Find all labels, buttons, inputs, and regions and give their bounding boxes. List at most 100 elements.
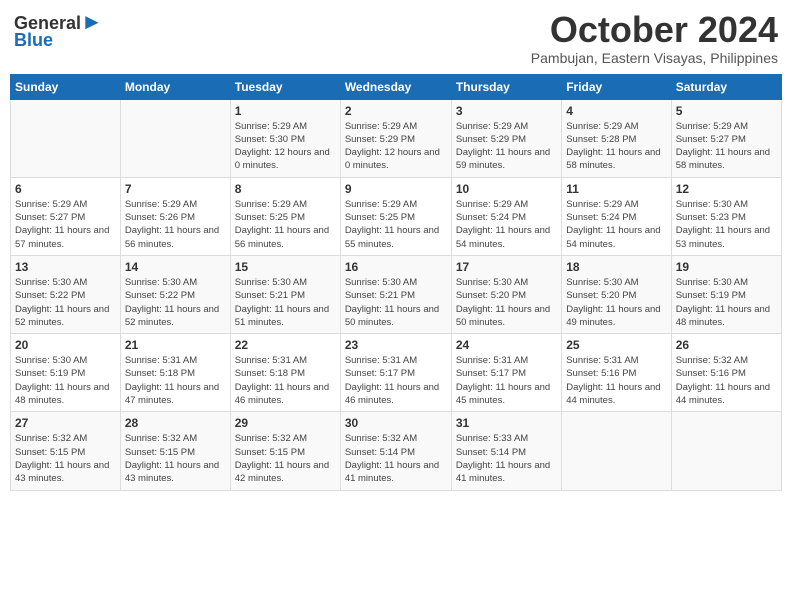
calendar-week-2: 6 Sunrise: 5:29 AMSunset: 5:27 PMDaylight… [11, 177, 782, 255]
calendar-cell: 3 Sunrise: 5:29 AMSunset: 5:29 PMDaylight… [451, 99, 561, 177]
day-number: 11 [566, 182, 666, 196]
calendar-cell: 31 Sunrise: 5:33 AMSunset: 5:14 PMDayligh… [451, 412, 561, 490]
day-info: Sunrise: 5:30 AMSunset: 5:21 PMDaylight:… [345, 276, 447, 329]
day-info: Sunrise: 5:33 AMSunset: 5:14 PMDaylight:… [456, 432, 557, 485]
column-header-monday: Monday [120, 74, 230, 99]
day-info: Sunrise: 5:29 AMSunset: 5:26 PMDaylight:… [125, 198, 226, 251]
calendar-cell [120, 99, 230, 177]
day-number: 3 [456, 104, 557, 118]
day-number: 21 [125, 338, 226, 352]
calendar-cell: 26 Sunrise: 5:32 AMSunset: 5:16 PMDayligh… [671, 334, 781, 412]
day-info: Sunrise: 5:29 AMSunset: 5:25 PMDaylight:… [345, 198, 447, 251]
calendar-cell: 6 Sunrise: 5:29 AMSunset: 5:27 PMDaylight… [11, 177, 121, 255]
day-info: Sunrise: 5:30 AMSunset: 5:21 PMDaylight:… [235, 276, 336, 329]
day-number: 31 [456, 416, 557, 430]
logo-text-blue: Blue [14, 30, 53, 51]
column-header-wednesday: Wednesday [340, 74, 451, 99]
calendar-cell: 8 Sunrise: 5:29 AMSunset: 5:25 PMDaylight… [230, 177, 340, 255]
day-info: Sunrise: 5:30 AMSunset: 5:20 PMDaylight:… [566, 276, 666, 329]
calendar-cell: 23 Sunrise: 5:31 AMSunset: 5:17 PMDayligh… [340, 334, 451, 412]
day-info: Sunrise: 5:32 AMSunset: 5:15 PMDaylight:… [15, 432, 116, 485]
day-info: Sunrise: 5:30 AMSunset: 5:19 PMDaylight:… [15, 354, 116, 407]
day-number: 24 [456, 338, 557, 352]
day-number: 16 [345, 260, 447, 274]
calendar-cell: 12 Sunrise: 5:30 AMSunset: 5:23 PMDayligh… [671, 177, 781, 255]
day-number: 8 [235, 182, 336, 196]
day-number: 18 [566, 260, 666, 274]
day-info: Sunrise: 5:29 AMSunset: 5:24 PMDaylight:… [456, 198, 557, 251]
day-info: Sunrise: 5:30 AMSunset: 5:19 PMDaylight:… [676, 276, 777, 329]
logo: General► Blue [14, 10, 103, 51]
day-number: 12 [676, 182, 777, 196]
day-number: 29 [235, 416, 336, 430]
day-info: Sunrise: 5:29 AMSunset: 5:30 PMDaylight:… [235, 120, 336, 173]
day-number: 13 [15, 260, 116, 274]
calendar-cell [562, 412, 671, 490]
calendar-cell: 1 Sunrise: 5:29 AMSunset: 5:30 PMDaylight… [230, 99, 340, 177]
calendar-week-1: 1 Sunrise: 5:29 AMSunset: 5:30 PMDaylight… [11, 99, 782, 177]
calendar-cell [671, 412, 781, 490]
calendar-cell: 4Sunrise: 5:29 AMSunset: 5:28 PMDaylight… [562, 99, 671, 177]
column-header-saturday: Saturday [671, 74, 781, 99]
day-number: 6 [15, 182, 116, 196]
calendar-cell: 11Sunrise: 5:29 AMSunset: 5:24 PMDayligh… [562, 177, 671, 255]
calendar-cell: 22 Sunrise: 5:31 AMSunset: 5:18 PMDayligh… [230, 334, 340, 412]
calendar-cell: 20 Sunrise: 5:30 AMSunset: 5:19 PMDayligh… [11, 334, 121, 412]
day-number: 7 [125, 182, 226, 196]
day-info: Sunrise: 5:32 AMSunset: 5:16 PMDaylight:… [676, 354, 777, 407]
day-info: Sunrise: 5:32 AMSunset: 5:15 PMDaylight:… [235, 432, 336, 485]
day-number: 15 [235, 260, 336, 274]
day-number: 20 [15, 338, 116, 352]
day-info: Sunrise: 5:29 AMSunset: 5:29 PMDaylight:… [456, 120, 557, 173]
column-header-friday: Friday [562, 74, 671, 99]
day-info: Sunrise: 5:32 AMSunset: 5:15 PMDaylight:… [125, 432, 226, 485]
calendar-week-5: 27 Sunrise: 5:32 AMSunset: 5:15 PMDayligh… [11, 412, 782, 490]
calendar-cell: 9Sunrise: 5:29 AMSunset: 5:25 PMDaylight… [340, 177, 451, 255]
calendar-cell: 19 Sunrise: 5:30 AMSunset: 5:19 PMDayligh… [671, 255, 781, 333]
day-number: 25 [566, 338, 666, 352]
calendar-cell: 24Sunrise: 5:31 AMSunset: 5:17 PMDayligh… [451, 334, 561, 412]
day-info: Sunrise: 5:31 AMSunset: 5:16 PMDaylight:… [566, 354, 666, 407]
day-info: Sunrise: 5:30 AMSunset: 5:23 PMDaylight:… [676, 198, 777, 251]
day-number: 26 [676, 338, 777, 352]
day-info: Sunrise: 5:31 AMSunset: 5:18 PMDaylight:… [235, 354, 336, 407]
calendar-cell: 5Sunrise: 5:29 AMSunset: 5:27 PMDaylight… [671, 99, 781, 177]
day-info: Sunrise: 5:29 AMSunset: 5:27 PMDaylight:… [15, 198, 116, 251]
day-number: 19 [676, 260, 777, 274]
calendar-cell: 2Sunrise: 5:29 AMSunset: 5:29 PMDaylight… [340, 99, 451, 177]
logo-arrow-icon: ► [81, 9, 103, 34]
calendar-cell: 29 Sunrise: 5:32 AMSunset: 5:15 PMDayligh… [230, 412, 340, 490]
day-info: Sunrise: 5:29 AMSunset: 5:29 PMDaylight:… [345, 120, 447, 173]
calendar-cell: 21Sunrise: 5:31 AMSunset: 5:18 PMDayligh… [120, 334, 230, 412]
calendar-cell: 10 Sunrise: 5:29 AMSunset: 5:24 PMDayligh… [451, 177, 561, 255]
day-number: 1 [235, 104, 336, 118]
day-info: Sunrise: 5:32 AMSunset: 5:14 PMDaylight:… [345, 432, 447, 485]
title-block: October 2024 Pambujan, Eastern Visayas, … [531, 10, 778, 66]
calendar-cell: 15 Sunrise: 5:30 AMSunset: 5:21 PMDayligh… [230, 255, 340, 333]
calendar-header: SundayMondayTuesdayWednesdayThursdayFrid… [11, 74, 782, 99]
column-header-thursday: Thursday [451, 74, 561, 99]
day-number: 22 [235, 338, 336, 352]
page-header: General► Blue October 2024 Pambujan, Eas… [10, 10, 782, 66]
calendar-cell: 17Sunrise: 5:30 AMSunset: 5:20 PMDayligh… [451, 255, 561, 333]
location-subtitle: Pambujan, Eastern Visayas, Philippines [531, 50, 778, 66]
day-info: Sunrise: 5:29 AMSunset: 5:25 PMDaylight:… [235, 198, 336, 251]
day-number: 28 [125, 416, 226, 430]
day-number: 5 [676, 104, 777, 118]
calendar-week-4: 20 Sunrise: 5:30 AMSunset: 5:19 PMDayligh… [11, 334, 782, 412]
column-header-tuesday: Tuesday [230, 74, 340, 99]
day-number: 23 [345, 338, 447, 352]
calendar-cell: 27 Sunrise: 5:32 AMSunset: 5:15 PMDayligh… [11, 412, 121, 490]
day-number: 27 [15, 416, 116, 430]
day-number: 4 [566, 104, 666, 118]
month-title: October 2024 [531, 10, 778, 50]
day-number: 30 [345, 416, 447, 430]
day-info: Sunrise: 5:31 AMSunset: 5:17 PMDaylight:… [345, 354, 447, 407]
calendar-cell: 7 Sunrise: 5:29 AMSunset: 5:26 PMDaylight… [120, 177, 230, 255]
calendar-cell: 14Sunrise: 5:30 AMSunset: 5:22 PMDayligh… [120, 255, 230, 333]
calendar-cell: 30 Sunrise: 5:32 AMSunset: 5:14 PMDayligh… [340, 412, 451, 490]
calendar-cell [11, 99, 121, 177]
calendar-cell: 25 Sunrise: 5:31 AMSunset: 5:16 PMDayligh… [562, 334, 671, 412]
day-number: 10 [456, 182, 557, 196]
calendar-week-3: 13Sunrise: 5:30 AMSunset: 5:22 PMDayligh… [11, 255, 782, 333]
